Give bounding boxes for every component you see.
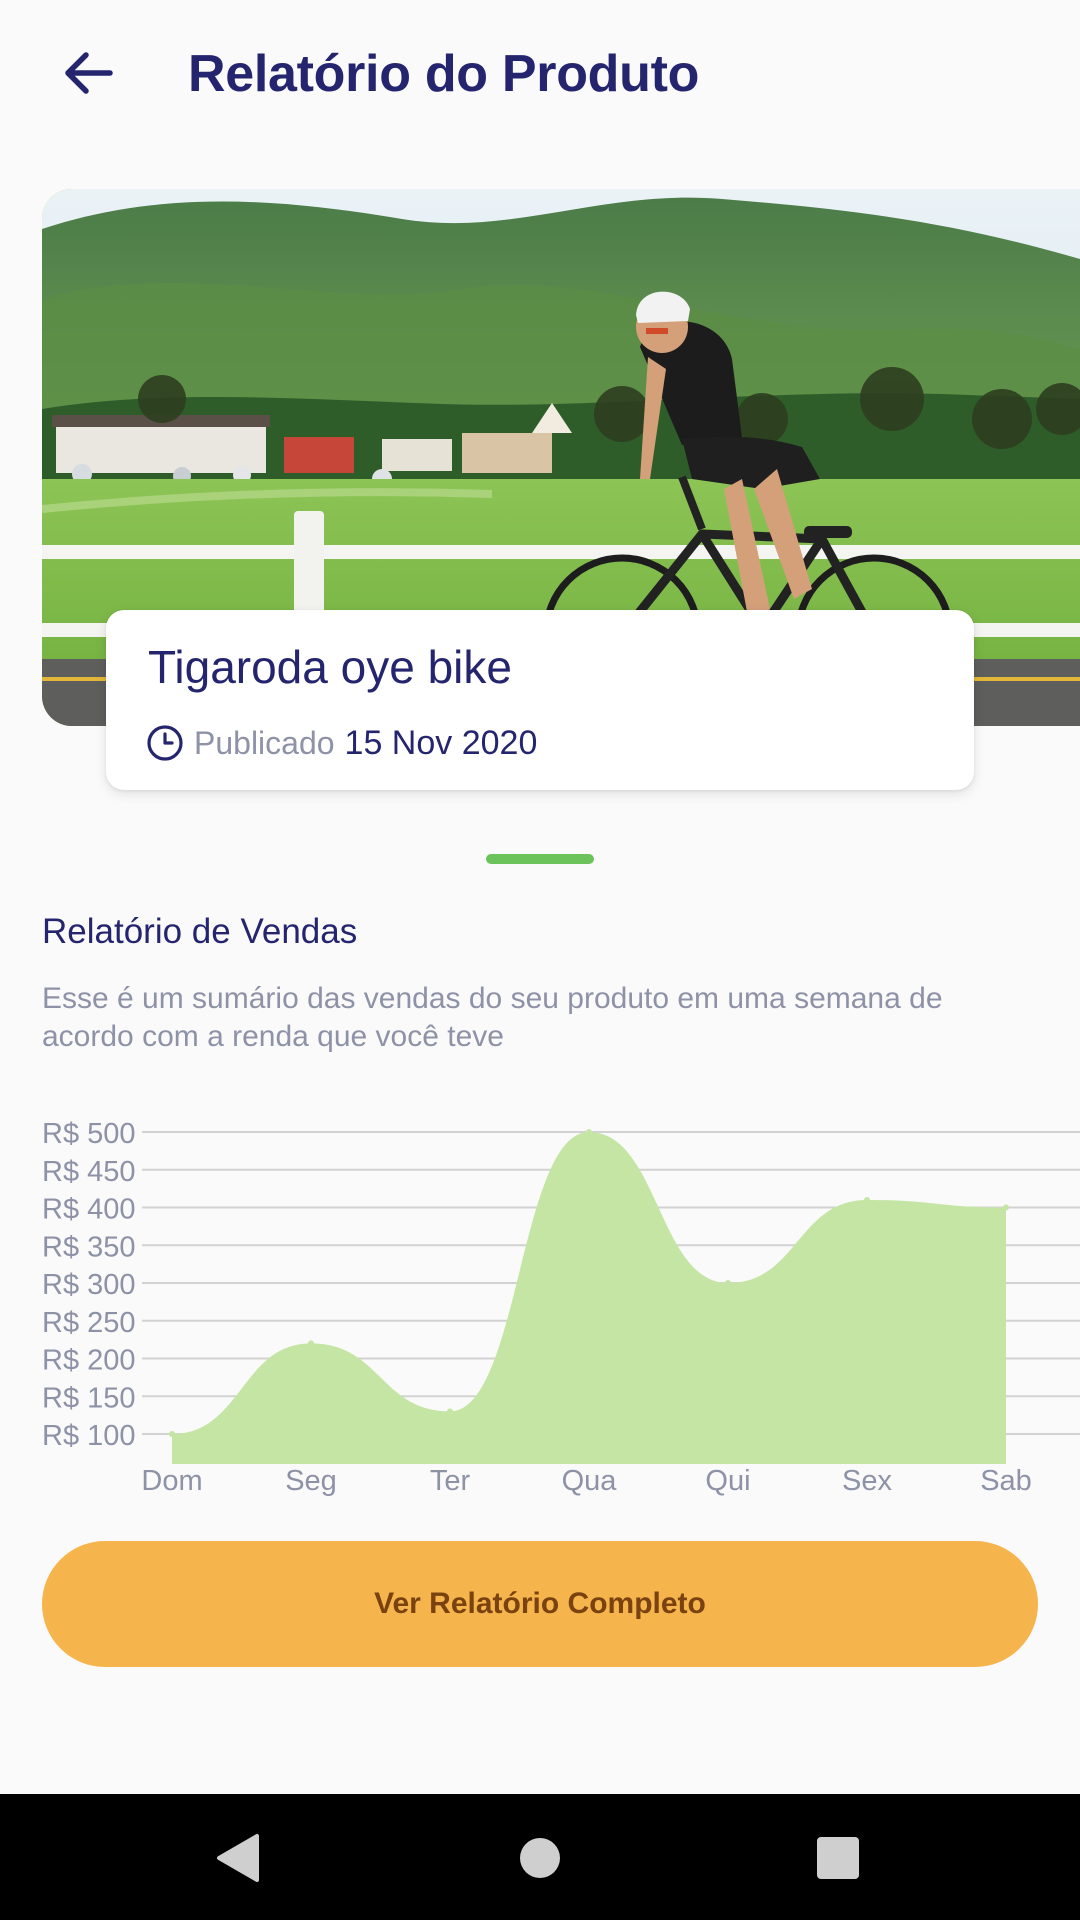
nav-home-button[interactable]: [506, 1824, 574, 1892]
sales-chart: R$ 500 R$ 450 R$ 400 R$ 350 R$ 300 R$ 250 R$ 2…: [42, 1118, 1080, 1497]
x-axis-tick-label: Sab: [980, 1465, 1032, 1497]
x-axis-tick-label: Seg: [285, 1465, 337, 1497]
nav-recents-icon: [817, 1837, 859, 1879]
y-axis-tick-label: R$ 150: [42, 1382, 136, 1414]
product-card: Tigaroda oye bike Publicado 15 Nov 2020: [106, 610, 974, 790]
published-label: Publicado: [194, 724, 335, 761]
page-indicator: [486, 854, 594, 864]
product-name: Tigaroda oye bike: [148, 641, 512, 693]
y-axis-tick-label: R$ 350: [42, 1231, 136, 1263]
nav-back-icon: [217, 1834, 259, 1882]
sales-area-series: [172, 1132, 1006, 1464]
y-axis-tick-label: R$ 300: [42, 1269, 136, 1301]
arrow-left-icon: [65, 52, 113, 94]
data-point: [169, 1431, 175, 1437]
back-button[interactable]: [52, 36, 126, 110]
app-bar: Relatório do Produto: [0, 0, 1080, 150]
nav-home-icon: [520, 1838, 560, 1878]
data-point: [864, 1196, 870, 1203]
nav-recents-button[interactable]: [804, 1824, 872, 1892]
x-axis-tick-label: Sex: [842, 1465, 892, 1497]
data-point: [725, 1280, 731, 1286]
y-axis-tick-label: R$ 450: [42, 1156, 136, 1188]
x-axis-tick-label: Qua: [562, 1465, 618, 1497]
data-point: [586, 1129, 592, 1135]
y-axis-tick-label: R$ 200: [42, 1345, 136, 1377]
published-date: 15 Nov 2020: [344, 723, 538, 762]
data-point: [308, 1340, 314, 1347]
sales-report-description: Esse é um sumário das vendas do seu prod…: [42, 982, 943, 1053]
y-axis-tick-label: R$ 400: [42, 1194, 136, 1226]
clock-icon: [147, 725, 183, 761]
y-axis-tick-label: R$ 100: [42, 1420, 136, 1452]
published-row: Publicado 15 Nov 2020: [146, 722, 537, 764]
x-axis-tick-label: Dom: [141, 1465, 202, 1497]
system-navigation-bar: [0, 1794, 1080, 1920]
page-title: Relatório do Produto: [188, 45, 700, 103]
x-axis-tick-label: Qui: [705, 1465, 750, 1497]
data-point: [447, 1408, 453, 1415]
y-axis-tick-label: R$ 250: [42, 1307, 136, 1339]
x-axis-tick-label: Ter: [430, 1465, 471, 1497]
y-axis-tick-label: R$ 500: [42, 1118, 136, 1150]
sales-report-title: Relatório de Vendas: [42, 912, 358, 951]
data-point: [1003, 1204, 1009, 1211]
full-report-button[interactable]: Ver Relatório Completo: [42, 1541, 1038, 1667]
nav-back-button[interactable]: [204, 1824, 272, 1892]
